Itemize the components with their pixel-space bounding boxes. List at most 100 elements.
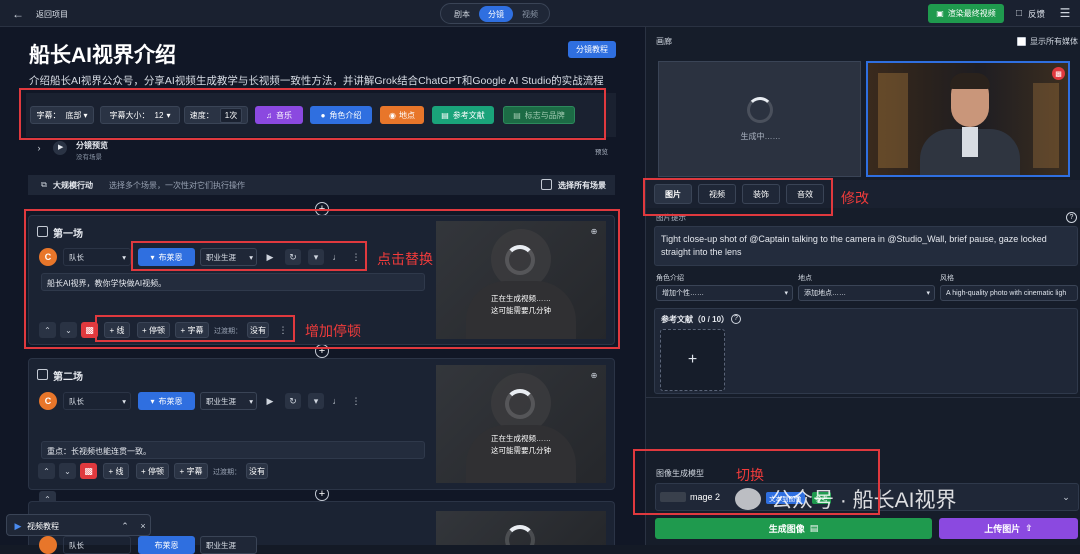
gallery-item-image[interactable]: ▩ [866, 61, 1070, 177]
tab-script[interactable]: 剧本 [447, 7, 477, 21]
delete-icon[interactable]: ▩ [1052, 67, 1065, 80]
more-vertical-icon[interactable]: ⋮ [277, 322, 289, 338]
voice-button[interactable]: ▾ 布莱恩 [138, 392, 195, 410]
tab-video[interactable]: 视频 [515, 7, 545, 21]
move-up-icon[interactable]: ⌃ [39, 322, 56, 338]
logo-brand-button[interactable]: ▤ 标志与品牌 [503, 106, 575, 124]
play-icon[interactable]: ▶ [263, 250, 277, 264]
menu-icon[interactable]: ☰ [1058, 6, 1072, 20]
style-input[interactable]: A high-quality photo with cinematic ligh [940, 285, 1078, 301]
select-all-label[interactable]: 选择所有场景 [558, 180, 606, 191]
subtitle-position-select[interactable]: 字幕： 底部 ▾ [30, 106, 94, 124]
video-status-line1: 正在生成视频…… [491, 294, 551, 303]
character-intro-button[interactable]: ● 角色介绍 [310, 106, 372, 124]
voice-button[interactable]: ▾ 布莱恩 [138, 248, 195, 266]
back-arrow-icon[interactable]: ← [10, 6, 26, 22]
location-button[interactable]: ◉ 地点 [380, 106, 424, 124]
tab-image[interactable]: 图片 [654, 184, 692, 204]
move-down-icon[interactable]: ⌄ [59, 463, 76, 479]
voice-style-select[interactable]: 职业生涯 ▾ [200, 248, 257, 266]
character-select[interactable]: 增加个性…… ▾ [656, 285, 793, 301]
scene-checkbox[interactable] [37, 226, 48, 237]
move-down-icon[interactable]: ⌄ [60, 322, 77, 338]
character-select[interactable]: 队长 ▾ [63, 392, 131, 410]
refresh-icon[interactable]: ↻ [285, 249, 301, 265]
scene-text-input[interactable]: 船长AI视界，教你学快做AI视频。 [41, 273, 425, 291]
help-icon[interactable]: ? [731, 314, 741, 324]
storyboard-tutorial-button[interactable]: 分镜教程 [568, 41, 616, 58]
location-select[interactable]: 添加地点…… ▾ [798, 285, 935, 301]
voice-style-select[interactable]: 职业生涯 ▾ [200, 392, 257, 410]
zoom-icon[interactable]: ⊕ [588, 369, 600, 381]
tab-decoration[interactable]: 装饰 [742, 184, 780, 204]
add-pause-button[interactable]: + 停顿 [136, 463, 169, 479]
location-label: 地点 [798, 275, 812, 282]
render-final-button[interactable]: ▣ 渲染最终视频 [928, 4, 1004, 23]
more-vertical-icon[interactable]: ⋮ [349, 393, 363, 409]
generate-image-label: 生成图像 [768, 524, 805, 534]
render-label: 渲染最终视频 [947, 9, 996, 18]
zoom-icon[interactable]: ⊕ [588, 225, 600, 237]
speed-control[interactable]: 速度： 1次 [184, 106, 248, 124]
tab-storyboard[interactable]: 分镜 [479, 6, 513, 22]
microphone-icon[interactable]: ▾ [308, 393, 324, 409]
add-line-button[interactable]: + 线 [103, 463, 129, 479]
image-prompt-textarea[interactable]: Tight close-up shot of @Captain talking … [654, 226, 1078, 266]
more-vertical-icon[interactable]: ⋮ [349, 249, 363, 265]
voice-style-value: 职业生涯 [206, 396, 236, 406]
model-thumbnail [660, 492, 686, 502]
reference-button[interactable]: ▤ 参考文献 [432, 106, 494, 124]
gallery-item-generating[interactable]: 生成中…… [658, 61, 861, 177]
back-label[interactable]: 返回项目 [36, 9, 68, 20]
microphone-icon[interactable]: ▾ [308, 249, 324, 265]
transition-select[interactable]: 没有 [247, 322, 269, 338]
upload-image-button[interactable]: 上传图片 ⇧ [939, 518, 1078, 539]
character-name: 队长 [69, 252, 84, 262]
font-size-select[interactable]: 字幕大小： 12 ▾ [100, 106, 180, 124]
select-all-checkbox[interactable] [541, 179, 552, 190]
delete-icon[interactable]: ▩ [81, 322, 98, 338]
delete-icon[interactable]: ▩ [80, 463, 97, 479]
transition-select[interactable]: 没有 [246, 463, 268, 479]
page-title: 船长AI视界介绍 [29, 44, 176, 67]
music-button[interactable]: ♫ 音乐 [255, 106, 303, 124]
close-icon[interactable]: × [137, 520, 149, 532]
show-all-media-label[interactable]: 显示所有媒体 [1030, 36, 1078, 47]
play-icon[interactable]: ▶ [263, 394, 277, 408]
generate-image-button[interactable]: 生成图像 ▤ [655, 518, 932, 539]
feedback-icon[interactable]: □ [1012, 6, 1026, 20]
chevron-up-icon[interactable]: ⌃ [119, 520, 131, 532]
character-select[interactable]: 队长 [63, 536, 131, 554]
volume-icon[interactable]: ♩ [329, 249, 345, 265]
upload-icon: ⇧ [1025, 523, 1033, 533]
style-value: A high-quality photo with cinematic ligh [946, 289, 1067, 297]
voice-button[interactable]: 布莱恩 [138, 536, 195, 554]
tab-video[interactable]: 视频 [698, 184, 736, 204]
loading-spinner-icon [505, 245, 535, 275]
add-subtitle-button[interactable]: + 字幕 [174, 463, 208, 479]
volume-icon[interactable]: ♩ [329, 393, 345, 409]
character-select[interactable]: 队长 ▾ [63, 248, 131, 266]
add-scene-button[interactable]: + [315, 202, 329, 216]
tab-sound-effects[interactable]: 音效 [786, 184, 824, 204]
wechat-icon [735, 488, 761, 510]
scene-text-input[interactable]: 重点：长视频也能连贯一致。 [41, 441, 425, 459]
show-all-media-checkbox[interactable] [1017, 37, 1026, 46]
scene-checkbox[interactable] [37, 369, 48, 380]
help-icon[interactable]: ? [1066, 212, 1077, 223]
refresh-icon[interactable]: ↻ [285, 393, 301, 409]
add-scene-button[interactable]: + [315, 344, 329, 358]
add-line-button[interactable]: + 线 [104, 322, 130, 338]
chevron-down-icon: ▾ [83, 110, 88, 120]
move-up-icon[interactable]: ⌃ [38, 463, 55, 479]
play-circle-icon[interactable]: ▶ [53, 141, 67, 155]
add-reference-button[interactable]: + [660, 329, 725, 391]
chevron-right-icon[interactable]: › [34, 143, 44, 153]
feedback-label[interactable]: 反馈 [1028, 8, 1045, 20]
annotation-add-pause: 增加停顿 [305, 323, 361, 339]
character-value: 增加个性…… [662, 290, 704, 297]
voice-style-select[interactable]: 职业生涯 [200, 536, 257, 554]
video-tutorial-popup[interactable]: ▶ 视频教程 ⌃ × [6, 514, 151, 536]
add-subtitle-button[interactable]: + 字幕 [175, 322, 209, 338]
add-pause-button[interactable]: + 停顿 [137, 322, 170, 338]
